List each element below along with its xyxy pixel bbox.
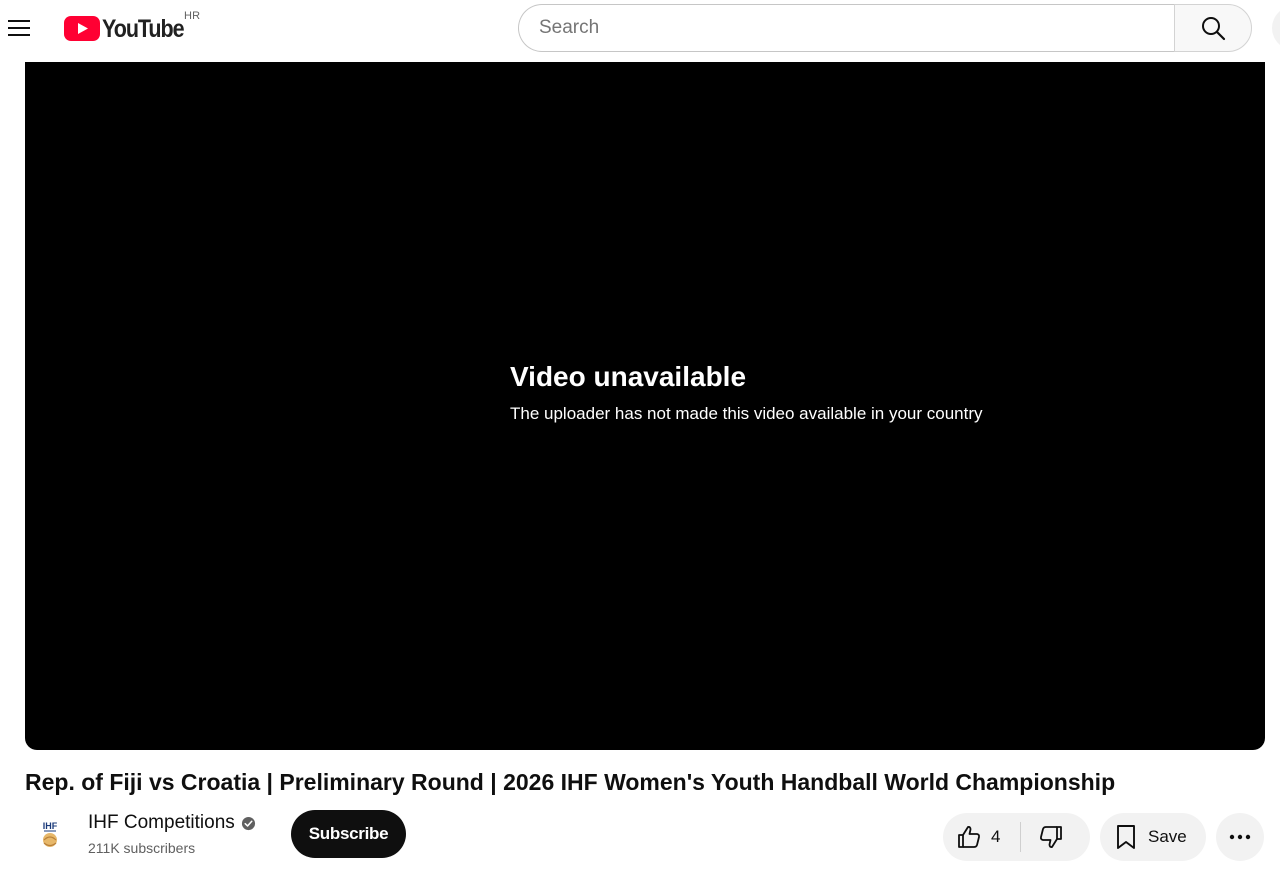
bookmark-icon (1117, 825, 1135, 849)
channel-name-text: IHF Competitions (88, 812, 235, 833)
like-count: 4 (991, 827, 1001, 846)
menu-button[interactable] (0, 8, 40, 48)
search-icon (1202, 17, 1226, 41)
video-title: Rep. of Fiji vs Croatia | Preliminary Ro… (25, 769, 1116, 795)
search-box (518, 4, 1176, 52)
masthead: YouTube HR (0, 0, 1280, 56)
more-actions-button[interactable] (1216, 813, 1264, 861)
like-dislike-segment: 4 (943, 813, 1090, 861)
youtube-logo[interactable]: YouTube HR (64, 10, 214, 44)
error-subtitle: The uploader has not made this video ava… (510, 404, 983, 423)
error-title: Video unavailable (510, 361, 747, 392)
subscribe-button[interactable]: Subscribe (291, 810, 406, 858)
video-player[interactable]: Video unavailable The uploader has not m… (25, 62, 1265, 750)
youtube-play-icon (64, 16, 100, 41)
subscriber-count: 211K subscribers (88, 840, 196, 856)
save-label: Save (1148, 827, 1187, 846)
player-error: Video unavailable The uploader has not m… (510, 360, 1110, 426)
dislike-button[interactable] (1021, 813, 1090, 861)
ihf-logo-icon: IHF (43, 821, 58, 847)
save-button[interactable]: Save (1100, 813, 1206, 861)
more-horizontal-icon (1229, 834, 1251, 840)
avatar-text: IHF (43, 821, 58, 831)
thumbs-up-icon (958, 826, 980, 848)
watch-page: YouTube HR Video unavailable The uploade… (0, 0, 1280, 874)
channel-avatar[interactable]: IHF (26, 812, 74, 860)
verified-check-icon (241, 816, 255, 830)
channel-name[interactable]: IHF Competitions (88, 810, 256, 836)
hamburger-menu-icon (8, 20, 30, 36)
search-input[interactable] (539, 5, 1159, 51)
voice-search-button[interactable] (1272, 6, 1280, 50)
like-button[interactable]: 4 (943, 813, 1020, 861)
search-button[interactable] (1174, 4, 1252, 52)
logo-region-code: HR (184, 10, 201, 22)
logo-wordmark: YouTube (102, 15, 185, 43)
thumbs-down-icon (1040, 826, 1062, 848)
